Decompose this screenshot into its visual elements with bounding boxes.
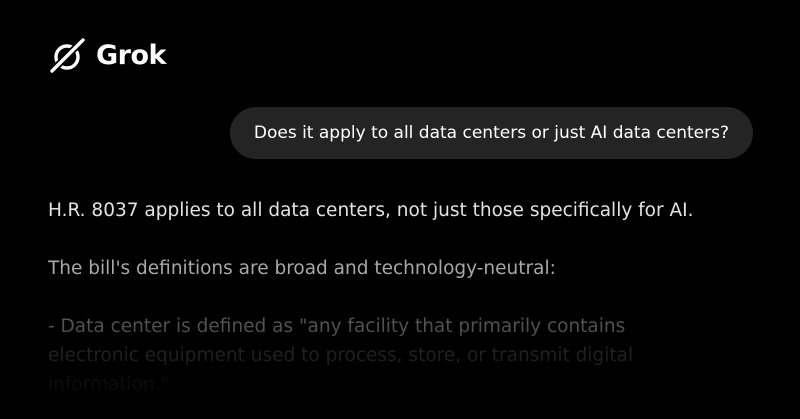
response-paragraph-3-line-3: information." [48,374,170,395]
chat-page: Grok Does it apply to all data centers o… [0,0,800,419]
brand-header[interactable]: Grok [48,36,166,76]
response-paragraph-2: The bill's definitions are broad and tec… [48,258,556,279]
user-message-bubble: Does it apply to all data centers or jus… [229,107,753,159]
assistant-response: H.R. 8037 applies to all data centers, n… [48,196,768,399]
response-paragraph-3-line-1: - Data center is defined as "any facilit… [48,316,626,337]
brand-name: Grok [96,40,166,71]
response-paragraph-3: - Data center is defined as "any facilit… [48,312,768,399]
response-paragraph-1: H.R. 8037 applies to all data centers, n… [48,200,694,221]
grok-logo-icon [48,37,86,76]
user-message-text: Does it apply to all data centers or jus… [253,123,729,143]
response-paragraph-3-line-2: electronic equipment used to process, st… [48,345,634,366]
